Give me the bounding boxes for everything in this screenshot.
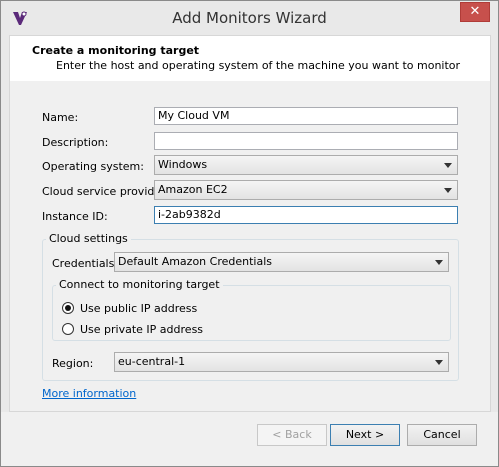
connect-title: Connect to monitoring target (56, 278, 223, 291)
private-ip-radio[interactable] (62, 323, 74, 335)
cancel-button[interactable]: Cancel (407, 424, 477, 446)
description-field[interactable] (154, 132, 458, 150)
provider-select[interactable]: Amazon EC2 (154, 180, 458, 200)
os-select[interactable]: Windows (154, 155, 458, 175)
private-ip-label[interactable]: Use private IP address (80, 323, 203, 336)
wizard-header: Create a monitoring target Enter the hos… (9, 35, 491, 83)
description-label: Description: (42, 136, 109, 149)
region-value: eu-central-1 (118, 355, 186, 368)
cloud-settings-title: Cloud settings (46, 232, 131, 245)
instance-id-field[interactable]: i-2ab9382d (154, 206, 458, 224)
os-label: Operating system: (42, 160, 144, 173)
region-label: Region: (52, 357, 94, 370)
next-button[interactable]: Next > (330, 424, 400, 446)
instance-id-label: Instance ID: (42, 210, 108, 223)
header-subtitle: Enter the host and operating system of t… (56, 59, 461, 72)
more-information-link[interactable]: More information (42, 387, 136, 400)
provider-label: Cloud service provider: (42, 185, 170, 198)
wizard-body: Name: My Cloud VM Description: Operating… (9, 81, 491, 412)
credentials-select[interactable]: Default Amazon Credentials (114, 252, 449, 272)
chevron-down-icon (444, 163, 452, 168)
close-button[interactable]: ✕ (460, 2, 490, 22)
provider-value: Amazon EC2 (158, 183, 228, 196)
name-label: Name: (42, 111, 79, 124)
title-bar[interactable]: Add Monitors Wizard ✕ (1, 1, 498, 35)
public-ip-label[interactable]: Use public IP address (80, 302, 197, 315)
close-icon: ✕ (469, 4, 481, 19)
window-title: Add Monitors Wizard (172, 9, 327, 27)
back-button[interactable]: < Back (257, 424, 327, 446)
chevron-down-icon (435, 260, 443, 265)
region-select[interactable]: eu-central-1 (114, 352, 449, 372)
chevron-down-icon (435, 360, 443, 365)
credentials-value: Default Amazon Credentials (118, 255, 272, 268)
chevron-down-icon (444, 188, 452, 193)
wizard-footer: < Back Next > Cancel (1, 412, 498, 466)
wizard-window: Add Monitors Wizard ✕ Create a monitorin… (0, 0, 499, 467)
header-title: Create a monitoring target (32, 44, 200, 57)
os-value: Windows (158, 158, 208, 171)
name-field[interactable]: My Cloud VM (154, 107, 458, 125)
public-ip-radio[interactable] (62, 302, 74, 314)
credentials-label: Credentials: (52, 257, 119, 270)
